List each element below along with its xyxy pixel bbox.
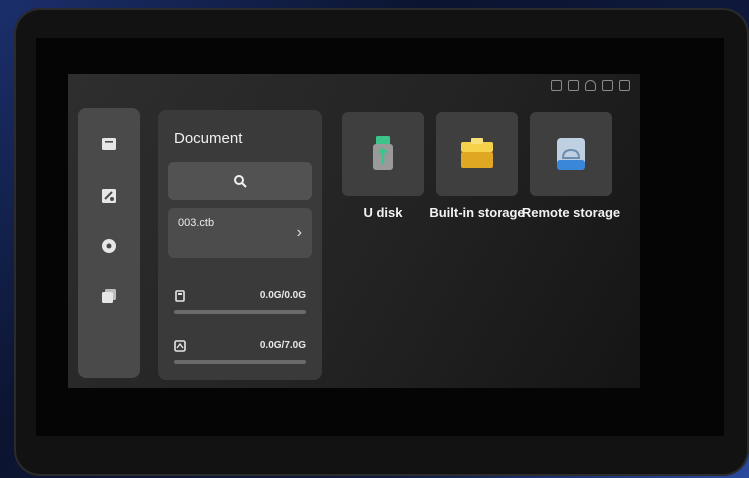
u-disk-button[interactable] <box>342 112 424 196</box>
usb-drive-icon <box>373 136 393 170</box>
remote-storage-label: Remote storage <box>521 205 621 220</box>
cloud-icon <box>557 138 585 170</box>
sidebar <box>78 108 140 378</box>
storage-value: 0.0G/7.0G <box>259 340 306 351</box>
sidebar-item-layers[interactable] <box>99 286 119 306</box>
file-name: 003.ctb <box>178 217 215 229</box>
status-bar <box>551 80 630 91</box>
drive-icon <box>461 138 493 168</box>
tools-icon <box>102 189 116 203</box>
storage-bar <box>174 360 306 364</box>
u-disk-label: U disk <box>363 205 403 220</box>
sidebar-item-files[interactable] <box>99 134 119 154</box>
page-title: Document <box>174 130 243 147</box>
lock-icon <box>619 80 630 91</box>
sd-card-icon <box>568 80 579 91</box>
layers-icon <box>102 289 116 303</box>
touch-screen: Document 003.ctb › 0.0G/0.0G 0.0G/7.0G U… <box>68 74 640 388</box>
file-list-item[interactable]: 003.ctb › <box>168 208 312 258</box>
search-button[interactable] <box>168 162 312 200</box>
storage-value: 0.0G/0.0G <box>259 290 306 301</box>
internal-storage-icon <box>174 340 186 352</box>
settings-icon <box>102 239 116 253</box>
network-icon <box>602 80 613 91</box>
built-in-storage-label: Built-in storage <box>429 205 525 220</box>
wifi-icon <box>585 80 596 91</box>
sidebar-item-tools[interactable] <box>99 186 119 206</box>
chevron-right-icon: › <box>296 224 302 241</box>
folder-icon <box>102 138 116 150</box>
document-panel: Document 003.ctb › 0.0G/0.0G 0.0G/7.0G <box>158 110 322 380</box>
built-in-storage-button[interactable] <box>436 112 518 196</box>
search-icon <box>234 175 247 188</box>
storage-bar <box>174 310 306 314</box>
remote-storage-button[interactable] <box>530 112 612 196</box>
u-disk-icon <box>175 290 185 302</box>
sidebar-item-settings[interactable] <box>99 236 119 256</box>
camera-icon <box>551 80 562 91</box>
